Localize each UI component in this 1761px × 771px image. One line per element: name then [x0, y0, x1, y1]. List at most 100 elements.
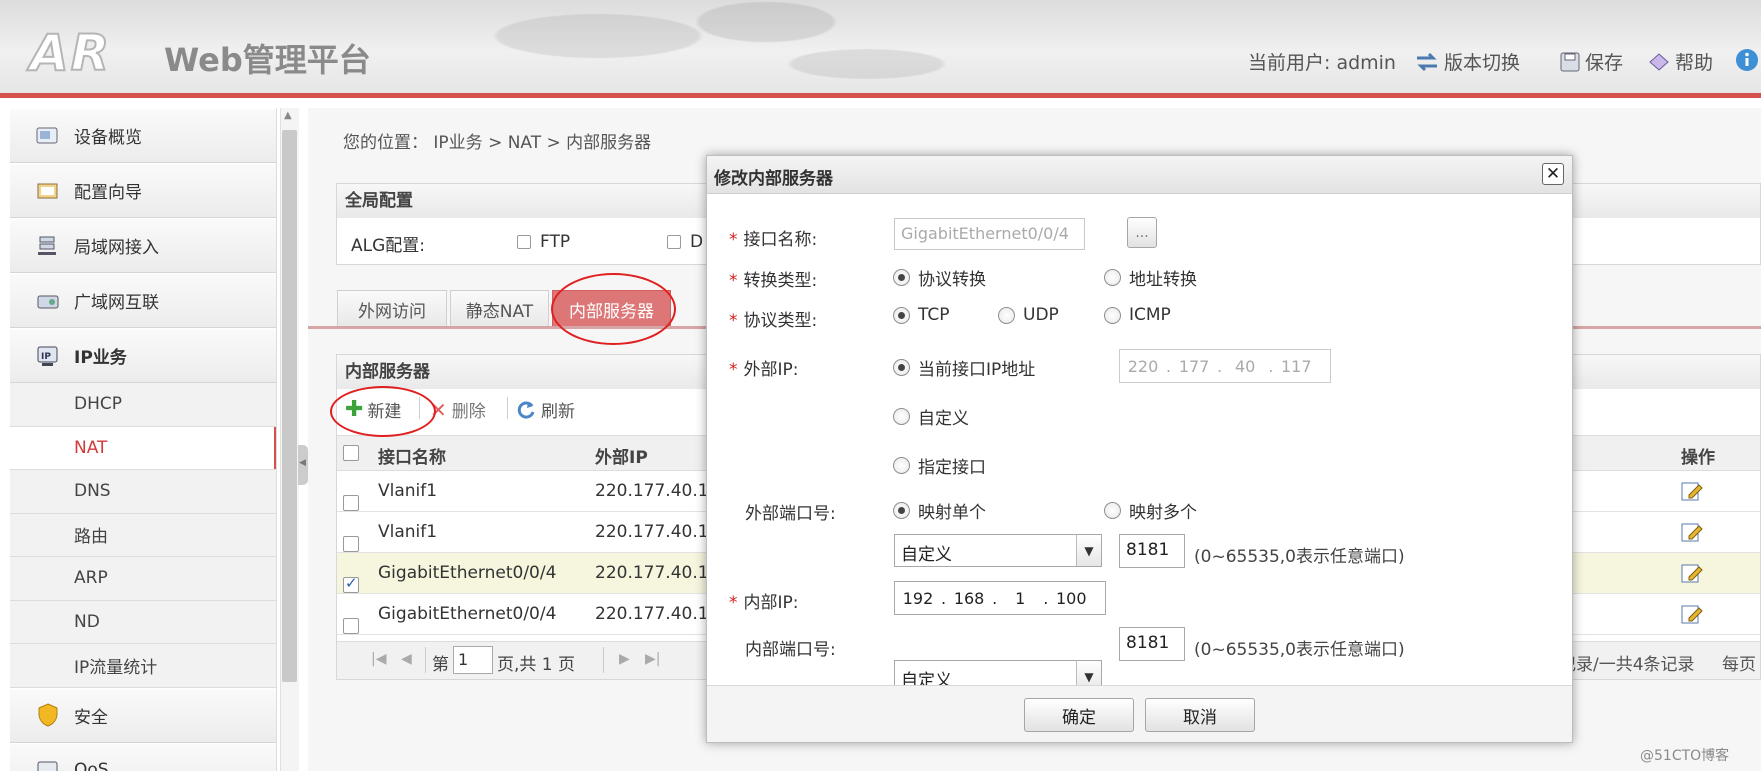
convert-address-label: 地址转换 — [1129, 270, 1197, 290]
convert-protocol-label: 协议转换 — [918, 270, 986, 290]
version-switch-button[interactable]: 版本切换 — [1415, 48, 1520, 75]
ext-ip-interface-option[interactable]: 指定接口 — [893, 453, 986, 478]
save-icon — [1560, 52, 1580, 71]
row-checkbox[interactable] — [343, 495, 359, 511]
required-mark: * — [729, 271, 738, 291]
delete-button[interactable]: ✕ 删除 — [430, 397, 486, 423]
ftp-checkbox[interactable] — [517, 235, 531, 249]
convert-address-radio[interactable] — [1104, 269, 1121, 286]
ext-port-multi-label: 映射多个 — [1129, 503, 1197, 523]
external-port-input[interactable]: 8181 — [1119, 534, 1185, 568]
sidebar-item-config-wizard[interactable]: 配置向导 — [10, 163, 276, 218]
ok-button[interactable]: 确定 — [1024, 698, 1134, 732]
pager-page-total: 页,共 1 页 — [497, 655, 576, 675]
sidebar-collapse-handle[interactable]: ◀ — [298, 445, 308, 485]
sidebar-item-label: 配置向导 — [74, 183, 142, 203]
sidebar-sub-dns[interactable]: DNS — [10, 470, 276, 514]
row-checkbox[interactable] — [343, 536, 359, 552]
sidebar-scroll-thumb[interactable] — [282, 130, 297, 682]
ftp-option[interactable]: FTP — [517, 232, 570, 252]
protocol-udp-radio[interactable] — [998, 306, 1015, 324]
breadcrumb: 您的位置： IP业务 > NAT > 内部服务器 — [343, 133, 652, 153]
ext-ip-custom-radio[interactable] — [893, 408, 910, 425]
annotation-circle-new — [330, 386, 436, 437]
internal-port-label: 内部端口号: — [745, 640, 836, 660]
top-header: AR Web管理平台 当前用户: admin 版本切换 保存 帮助 — [0, 0, 1761, 98]
ext-port-multi-option[interactable]: 映射多个 — [1104, 498, 1197, 523]
sidebar-item-lan-access[interactable]: 局域网接入 — [10, 218, 276, 273]
refresh-button[interactable]: 刷新 — [516, 397, 575, 422]
svg-text:IP: IP — [41, 352, 51, 362]
cancel-button[interactable]: 取消 — [1145, 698, 1255, 732]
protocol-icmp-radio[interactable] — [1104, 306, 1121, 324]
browse-interface-button[interactable]: ... — [1127, 217, 1157, 248]
sidebar-item-security[interactable]: 安全 — [10, 687, 276, 743]
row-interface: GigabitEthernet0/0/4 — [378, 563, 557, 583]
sidebar-item-device-overview[interactable]: 设备概览 — [10, 108, 276, 163]
tab-static-nat[interactable]: 静态NAT — [450, 290, 549, 327]
switch-icon — [1417, 52, 1437, 71]
ext-ip-custom-option[interactable]: 自定义 — [893, 404, 969, 429]
next-page-icon[interactable]: ▶ — [619, 651, 630, 667]
row-external-ip: 220.177.40.11 — [595, 522, 720, 542]
row-interface: GigabitEthernet0/0/4 — [378, 604, 557, 624]
ext-ip-current-option[interactable]: 当前接口IP地址 — [893, 355, 1035, 380]
second-alg-option[interactable]: D — [667, 232, 703, 252]
scroll-up-arrow-icon[interactable]: ▲ — [284, 110, 292, 121]
external-port-label: 外部端口号: — [745, 504, 836, 524]
convert-protocol-radio[interactable] — [893, 269, 910, 286]
row-checkbox-checked[interactable] — [343, 574, 359, 593]
convert-address-option[interactable]: 地址转换 — [1104, 265, 1197, 290]
interface-name-field[interactable]: GigabitEthernet0/0/4 — [894, 218, 1085, 250]
sidebar-item-label: 安全 — [74, 707, 108, 728]
second-alg-checkbox[interactable] — [667, 235, 681, 249]
select-all-checkbox[interactable] — [343, 445, 359, 461]
last-page-icon[interactable]: ▶| — [645, 651, 660, 667]
protocol-tcp-option[interactable]: TCP — [893, 305, 950, 325]
row-checkbox[interactable] — [343, 618, 359, 634]
sidebar-sub-dhcp[interactable]: DHCP — [10, 383, 276, 427]
convert-protocol-option[interactable]: 协议转换 — [893, 265, 986, 290]
ext-port-single-option[interactable]: 映射单个 — [893, 498, 986, 523]
sidebar-item-label: IP业务 — [74, 348, 127, 368]
external-ip-label: * 外部IP: — [729, 355, 799, 380]
sidebar-item-ip-service[interactable]: IP IP业务 — [10, 328, 276, 383]
internal-port-hint: (0~65535,0表示任意端口) — [1194, 640, 1405, 660]
sidebar-item-label: 广域网互联 — [74, 293, 159, 313]
column-interface-name: 接口名称 — [378, 448, 446, 468]
first-page-icon[interactable]: |◀ — [371, 651, 386, 667]
internal-ip-field[interactable]: 192. 168. 1. 100 — [894, 581, 1106, 615]
edit-icon[interactable] — [1681, 562, 1703, 584]
sidebar-sub-nd[interactable]: ND — [10, 600, 276, 644]
internal-ip-label: * 内部IP: — [729, 588, 799, 613]
external-port-type-select[interactable]: 自定义 ▼ — [894, 534, 1102, 567]
external-ip-field[interactable]: 220. 177. 40. 117 — [1119, 349, 1331, 383]
prev-page-icon[interactable]: ◀ — [401, 651, 412, 667]
help-button[interactable]: 帮助 — [1648, 48, 1713, 75]
edit-icon[interactable] — [1681, 480, 1703, 502]
tab-external-access[interactable]: 外网访问 — [337, 290, 447, 327]
sidebar-sub-arp[interactable]: ARP — [10, 557, 276, 601]
sidebar-sub-route[interactable]: 路由 — [10, 513, 276, 557]
ext-port-single-radio[interactable] — [893, 502, 910, 519]
close-icon[interactable]: ✕ — [1542, 163, 1564, 185]
sidebar-item-label: QoS — [74, 760, 109, 771]
edit-icon[interactable] — [1681, 603, 1703, 625]
sidebar-sub-nat[interactable]: NAT — [10, 426, 276, 470]
ext-port-multi-radio[interactable] — [1104, 502, 1121, 519]
edit-icon[interactable] — [1681, 521, 1703, 543]
protocol-tcp-radio[interactable] — [893, 306, 910, 324]
watermark: @51CTO博客 — [1640, 748, 1730, 764]
ext-ip-current-radio[interactable] — [893, 359, 910, 376]
sidebar-item-wan[interactable]: 广域网互联 — [10, 273, 276, 328]
info-button[interactable] — [1735, 48, 1759, 72]
sidebar-sub-ip-traffic[interactable]: IP流量统计 — [10, 644, 276, 688]
ext-ip-interface-radio[interactable] — [893, 457, 910, 474]
page-number-input[interactable]: 1 — [453, 646, 493, 674]
protocol-udp-option[interactable]: UDP — [998, 305, 1059, 325]
sidebar-item-qos[interactable]: QoS — [10, 742, 276, 771]
internal-port-input[interactable]: 8181 — [1119, 627, 1185, 661]
save-button[interactable]: 保存 — [1560, 48, 1623, 75]
protocol-icmp-option[interactable]: ICMP — [1104, 305, 1171, 325]
version-switch-label: 版本切换 — [1444, 52, 1521, 74]
